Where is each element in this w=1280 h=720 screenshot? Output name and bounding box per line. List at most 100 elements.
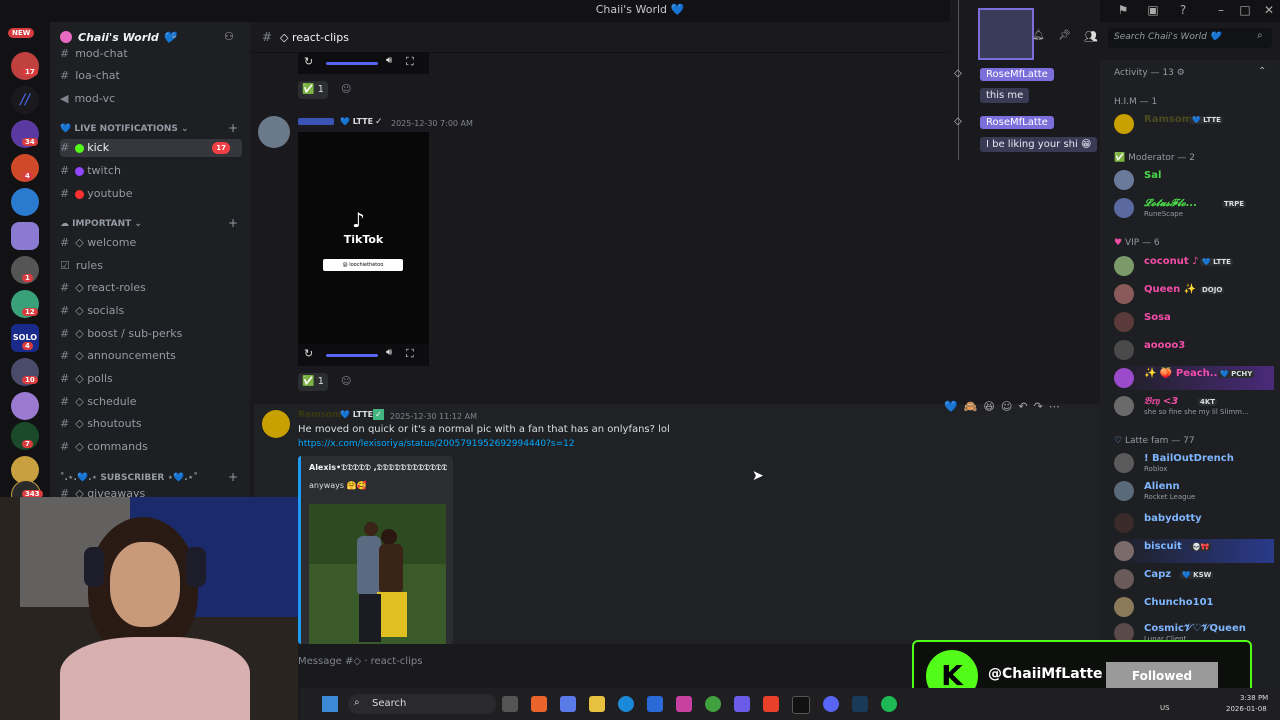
category-subscriber[interactable]: ˚.⋆.💙.⋆ SUBSCRIBER ⋆💙.⋆˚ bbox=[60, 473, 198, 483]
message-link[interactable]: https://x.com/lexisoriya/status/20057919… bbox=[298, 439, 575, 449]
member-item[interactable]: Capz 💙 KSW bbox=[1114, 567, 1274, 591]
member-item[interactable]: 𝓛𝓸𝓽𝓾𝓼𝓕𝓵𝓸... TRPE RuneScape bbox=[1114, 196, 1274, 220]
forward-icon[interactable]: ↷ bbox=[1034, 400, 1049, 413]
steam-icon[interactable] bbox=[852, 696, 868, 712]
author-tag[interactable]: RoseMfLatte bbox=[980, 116, 1054, 129]
message-input[interactable]: Message #◇ · react-clips bbox=[298, 656, 422, 667]
discord-icon[interactable] bbox=[823, 696, 839, 712]
language-indicator[interactable]: US bbox=[1160, 704, 1170, 712]
volume-icon[interactable]: 🔊︎ bbox=[386, 55, 392, 66]
folder-icon[interactable] bbox=[589, 696, 605, 712]
activity-header[interactable]: Activity — 13 ⚙ bbox=[1114, 68, 1185, 78]
channel-item[interactable]: # ◇ schedule bbox=[60, 393, 240, 411]
add-channel-icon[interactable]: + bbox=[228, 470, 238, 484]
avatar[interactable] bbox=[258, 116, 290, 148]
help-icon[interactable]: ? bbox=[1174, 3, 1192, 17]
server-icon-slash[interactable]: // bbox=[11, 86, 39, 114]
members-icon[interactable]: 👥︎ bbox=[1084, 30, 1098, 43]
embed-author[interactable]: Alexis•𝔇𝔇𝔇𝔇𝔇 ,𝔇𝔇𝔇𝔇𝔇𝔇𝔇𝔇𝔇𝔇𝔇𝔇... bbox=[309, 463, 447, 473]
app-icon[interactable] bbox=[560, 696, 576, 712]
channel-item[interactable]: # loa-chat bbox=[60, 67, 240, 85]
minimize-button[interactable]: – bbox=[1212, 3, 1230, 17]
member-item[interactable]: biscuit 💀🎀 bbox=[1114, 539, 1274, 563]
heart-reaction-icon[interactable]: 💙 bbox=[944, 400, 964, 413]
app-icon[interactable] bbox=[531, 696, 547, 712]
reaction-check[interactable]: ✅ 1 bbox=[298, 81, 329, 99]
video-player[interactable]: ♪ TikTok @ loochiethetoo ↻ 🔊︎ ⛶ bbox=[298, 132, 429, 366]
clock-time[interactable]: 3:38 PM bbox=[1240, 694, 1268, 702]
app-icon[interactable] bbox=[647, 696, 663, 712]
add-reaction-icon[interactable]: ☺ bbox=[341, 376, 351, 387]
channel-item[interactable]: # ◇ shoutouts bbox=[60, 415, 240, 433]
voice-channel-item[interactable]: ◀ mod-vc bbox=[60, 90, 240, 108]
image-thumbnail[interactable] bbox=[978, 8, 1034, 60]
channel-kick[interactable]: # kick 17 bbox=[60, 139, 242, 157]
member-item[interactable]: ! BailOutDrench Roblox bbox=[1114, 451, 1274, 475]
laugh-reaction-icon[interactable]: 😆 bbox=[983, 400, 1000, 413]
category-live[interactable]: 💙 LIVE NOTIFICATIONS ⌄ bbox=[60, 124, 189, 134]
embed-image[interactable] bbox=[309, 504, 446, 644]
channel-item[interactable]: # ◇ commands bbox=[60, 438, 240, 456]
app-icon[interactable] bbox=[734, 696, 750, 712]
channel-item[interactable]: # ◇ socials bbox=[60, 302, 240, 320]
bell-icon[interactable]: 🔔︎ bbox=[1032, 30, 1045, 41]
server-icon-5[interactable] bbox=[11, 222, 39, 250]
collapse-icon[interactable]: ⌃ bbox=[1258, 66, 1266, 77]
clock-date[interactable]: 2026-01-08 bbox=[1226, 705, 1267, 713]
server-name[interactable]: Chaii's World 💙 bbox=[78, 31, 176, 44]
member-item[interactable]: ✨ 🍑 Peach... 💙 PCHY bbox=[1114, 366, 1274, 390]
emoji-reaction-icon[interactable]: 🙈 bbox=[964, 400, 984, 413]
replay-icon[interactable]: ↻ bbox=[304, 347, 313, 360]
tiktok-icon[interactable] bbox=[792, 696, 810, 714]
channel-twitch[interactable]: # twitch bbox=[60, 162, 240, 180]
more-icon[interactable]: ⋯ bbox=[1049, 400, 1066, 413]
replay-icon[interactable]: ↻ bbox=[304, 55, 313, 68]
member-item[interactable]: Ramsom 💙 LTTE bbox=[1114, 112, 1274, 136]
member-item[interactable]: Queen ✨ DOJO bbox=[1114, 282, 1274, 306]
fullscreen-icon[interactable]: ⛶ bbox=[406, 55, 414, 69]
fullscreen-icon[interactable]: ⛶ bbox=[406, 347, 414, 361]
task-view-icon[interactable] bbox=[502, 696, 518, 712]
author-tag[interactable]: RoseMfLatte bbox=[980, 68, 1054, 81]
reply-icon[interactable]: ↶ bbox=[1018, 400, 1033, 413]
author-name[interactable]: Ramsom bbox=[298, 410, 341, 420]
followed-button[interactable]: Followed bbox=[1106, 662, 1218, 690]
volume-icon[interactable]: 🔊︎ bbox=[386, 347, 392, 358]
channel-youtube[interactable]: # youtube bbox=[60, 185, 240, 203]
add-reaction-icon[interactable]: ☺ bbox=[341, 84, 351, 95]
avatar[interactable] bbox=[262, 410, 290, 438]
channel-item[interactable]: ☑ rules bbox=[60, 257, 240, 275]
reaction-check[interactable]: ✅ 1 bbox=[298, 373, 329, 391]
channel-item[interactable]: # ◇ polls bbox=[60, 370, 240, 388]
close-button[interactable]: ✕ bbox=[1260, 3, 1278, 17]
channel-item[interactable]: # mod-chat bbox=[60, 45, 240, 63]
edge-icon[interactable] bbox=[618, 696, 634, 712]
server-icon-9[interactable] bbox=[11, 392, 39, 420]
progress-bar[interactable] bbox=[326, 354, 378, 357]
channel-item[interactable]: # ◇ welcome bbox=[60, 234, 240, 252]
channel-item[interactable]: # ◇ react-roles bbox=[60, 279, 240, 297]
progress-bar[interactable] bbox=[326, 62, 378, 65]
pin-icon[interactable]: 📌︎ bbox=[1058, 30, 1071, 41]
spotify-icon[interactable] bbox=[881, 696, 897, 712]
search-box[interactable]: Search Chaii's World 💙 ⌕ bbox=[1108, 28, 1272, 48]
member-item[interactable]: 𝔅𝔯𝔶 <3 4KT she so fine she my lil Slimm... bbox=[1114, 394, 1274, 418]
monitor-icon[interactable]: ▣ bbox=[1144, 3, 1162, 17]
member-item[interactable]: babydotty bbox=[1114, 511, 1274, 535]
category-important[interactable]: ☁ IMPORTANT ⌄ bbox=[60, 219, 142, 229]
add-channel-icon[interactable]: + bbox=[228, 216, 238, 230]
app-icon[interactable] bbox=[763, 696, 779, 712]
chrome-icon[interactable] bbox=[705, 696, 721, 712]
member-item[interactable]: Sal bbox=[1114, 168, 1274, 192]
channel-item[interactable]: # ◇ boost / sub-perks bbox=[60, 325, 240, 343]
inbox-icon[interactable]: ⚑ bbox=[1114, 3, 1132, 17]
maximize-button[interactable]: □ bbox=[1236, 3, 1254, 17]
channel-item[interactable]: # ◇ announcements bbox=[60, 347, 240, 365]
chevron-down-icon[interactable]: ⌄ bbox=[170, 30, 178, 41]
member-item[interactable]: aoooo3 bbox=[1114, 338, 1274, 362]
add-channel-icon[interactable]: + bbox=[228, 121, 238, 135]
windows-start-icon[interactable] bbox=[322, 696, 338, 712]
author-name[interactable] bbox=[298, 118, 334, 125]
member-item[interactable]: Chuncho101 bbox=[1114, 595, 1274, 619]
add-reaction-icon[interactable]: ☺ bbox=[1001, 400, 1018, 413]
